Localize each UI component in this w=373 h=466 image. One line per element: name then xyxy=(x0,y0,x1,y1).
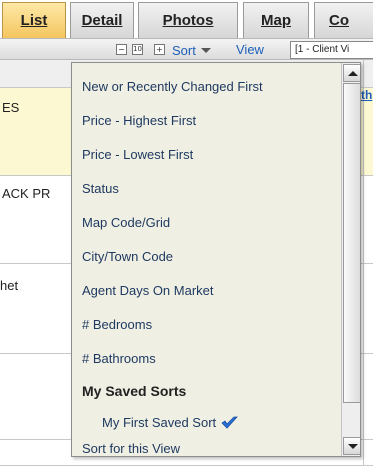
grid-right-column xyxy=(363,60,373,466)
sort-dropdown-button[interactable]: Sort xyxy=(172,41,211,59)
minus-box-icon[interactable]: − xyxy=(116,44,127,55)
tab-list-label: List xyxy=(20,12,48,29)
saved-sorts-heading: My Saved Sorts xyxy=(82,383,187,399)
tab-photos-label: Photos xyxy=(162,12,214,29)
sort-label: Sort xyxy=(172,42,196,58)
sort-option-bathrooms[interactable]: # Bathrooms xyxy=(82,351,156,366)
saved-sort-label: My First Saved Sort xyxy=(102,415,217,430)
tab-detail-label: Detail xyxy=(81,12,123,29)
sort-menu: New or Recently Changed First Price - Hi… xyxy=(71,62,361,457)
table-cell: ACK PR xyxy=(2,186,51,201)
sort-option-this-view[interactable]: Sort for this View xyxy=(82,441,180,456)
sort-option-map-code[interactable]: Map Code/Grid xyxy=(82,215,170,230)
chevron-down-icon xyxy=(200,47,211,53)
saved-sort-item[interactable]: My First Saved Sort xyxy=(102,415,239,430)
tab-photos[interactable]: Photos xyxy=(138,2,238,38)
arrow-up-icon xyxy=(348,71,358,76)
sort-option-city-code[interactable]: City/Town Code xyxy=(82,249,173,264)
table-cell: het xyxy=(0,278,19,293)
sort-option-bedrooms[interactable]: # Bedrooms xyxy=(82,317,152,332)
tab-contacts-label: Co xyxy=(329,12,349,29)
tab-map-label: Map xyxy=(261,12,291,29)
arrow-down-icon xyxy=(348,444,358,449)
list-toolbar: − 10 + Sort View [1 - Client Vi xyxy=(0,38,373,60)
grid-icon[interactable]: 10 xyxy=(132,44,143,55)
plus-box-icon[interactable]: + xyxy=(154,44,165,55)
tab-map[interactable]: Map xyxy=(243,2,309,38)
column-header-link[interactable]: th xyxy=(361,88,372,102)
tab-detail[interactable]: Detail xyxy=(70,2,134,38)
menu-scrollbar[interactable] xyxy=(341,63,360,456)
tab-list[interactable]: List xyxy=(2,2,66,38)
tab-bar: List Detail Photos Map Co xyxy=(0,0,373,38)
tab-contacts[interactable]: Co xyxy=(314,2,373,38)
scroll-up-button[interactable] xyxy=(343,64,360,82)
scroll-thumb[interactable] xyxy=(343,83,360,403)
view-select[interactable]: [1 - Client Vi xyxy=(290,41,373,59)
checkmark-icon xyxy=(221,416,239,429)
scroll-down-button[interactable] xyxy=(343,437,360,455)
sort-option-days-on-market[interactable]: Agent Days On Market xyxy=(82,283,214,298)
table-cell: ES xyxy=(2,100,20,115)
sort-option-recent[interactable]: New or Recently Changed First xyxy=(82,79,263,94)
sort-option-price-high[interactable]: Price - Highest First xyxy=(82,113,196,128)
sort-option-price-low[interactable]: Price - Lowest First xyxy=(82,147,193,162)
sort-option-status[interactable]: Status xyxy=(82,181,119,196)
view-link[interactable]: View xyxy=(236,42,264,57)
